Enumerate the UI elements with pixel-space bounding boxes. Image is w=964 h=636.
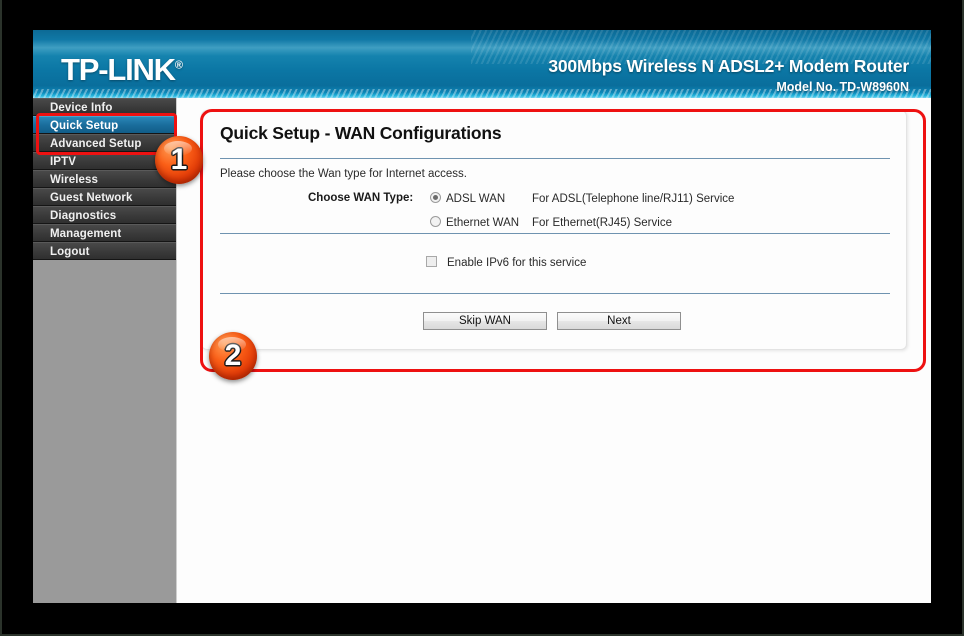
wan-option-adsl[interactable]: ADSL WAN For ADSL(Telephone line/RJ11) Se… — [430, 192, 734, 205]
registered-mark-icon: ® — [174, 59, 183, 72]
next-button[interactable]: Next — [557, 312, 681, 330]
radio-ethernet-wan-label: Ethernet WAN — [446, 217, 520, 229]
intro-text: Please choose the Wan type for Internet … — [220, 168, 467, 180]
sidebar-nav: Device Info Quick Setup Advanced Setup I… — [33, 98, 177, 603]
radio-adsl-wan-label: ADSL WAN — [446, 193, 506, 205]
radio-adsl-wan-description: For ADSL(Telephone line/RJ11) Service — [532, 193, 735, 205]
annotation-badge-1: 1 — [155, 136, 203, 184]
page-header: TP-LINK® 300Mbps Wireless N ADSL2+ Modem… — [33, 30, 931, 98]
wan-type-label: Choose WAN Type: — [308, 192, 414, 204]
divider-bottom — [220, 293, 890, 294]
sidebar-item-diagnostics[interactable]: Diagnostics — [33, 206, 176, 224]
product-title: 300Mbps Wireless N ADSL2+ Modem Router — [548, 56, 909, 76]
divider-top — [220, 158, 890, 159]
radio-ethernet-wan-icon[interactable] — [430, 216, 441, 227]
divider-middle — [220, 233, 890, 234]
logo-text: TP-LINK — [61, 52, 176, 87]
wan-configuration-panel: Quick Setup - WAN Configurations Please … — [201, 110, 907, 350]
product-info: 300Mbps Wireless N ADSL2+ Modem Router M… — [548, 56, 909, 94]
router-admin-page: TP-LINK® 300Mbps Wireless N ADSL2+ Modem… — [33, 30, 931, 603]
sidebar-item-quick-setup[interactable]: Quick Setup — [33, 116, 176, 134]
wan-option-ethernet[interactable]: Ethernet WAN For Ethernet(RJ45) Service — [430, 216, 672, 229]
main-content: Quick Setup - WAN Configurations Please … — [177, 98, 931, 603]
radio-ethernet-wan-description: For Ethernet(RJ45) Service — [532, 217, 672, 229]
annotation-badge-2: 2 — [209, 332, 257, 380]
screenshot-root: TP-LINK® 300Mbps Wireless N ADSL2+ Modem… — [0, 0, 964, 636]
enable-ipv6-checkbox[interactable] — [426, 256, 437, 267]
sidebar-item-guest-network[interactable]: Guest Network — [33, 188, 176, 206]
sidebar-item-management[interactable]: Management — [33, 224, 176, 242]
tp-link-logo: TP-LINK® — [61, 52, 183, 88]
sidebar-item-device-info[interactable]: Device Info — [33, 98, 176, 116]
page-title: Quick Setup - WAN Configurations — [220, 123, 502, 143]
model-number: Model No. TD-W8960N — [776, 80, 909, 94]
sidebar-item-advanced-setup[interactable]: Advanced Setup — [33, 134, 176, 152]
radio-adsl-wan-icon[interactable] — [430, 192, 441, 203]
sidebar-item-wireless[interactable]: Wireless — [33, 170, 176, 188]
sidebar-item-logout[interactable]: Logout — [33, 242, 176, 260]
skip-wan-button[interactable]: Skip WAN — [423, 312, 547, 330]
enable-ipv6-label: Enable IPv6 for this service — [447, 257, 587, 269]
enable-ipv6-row[interactable]: Enable IPv6 for this service — [426, 256, 586, 269]
